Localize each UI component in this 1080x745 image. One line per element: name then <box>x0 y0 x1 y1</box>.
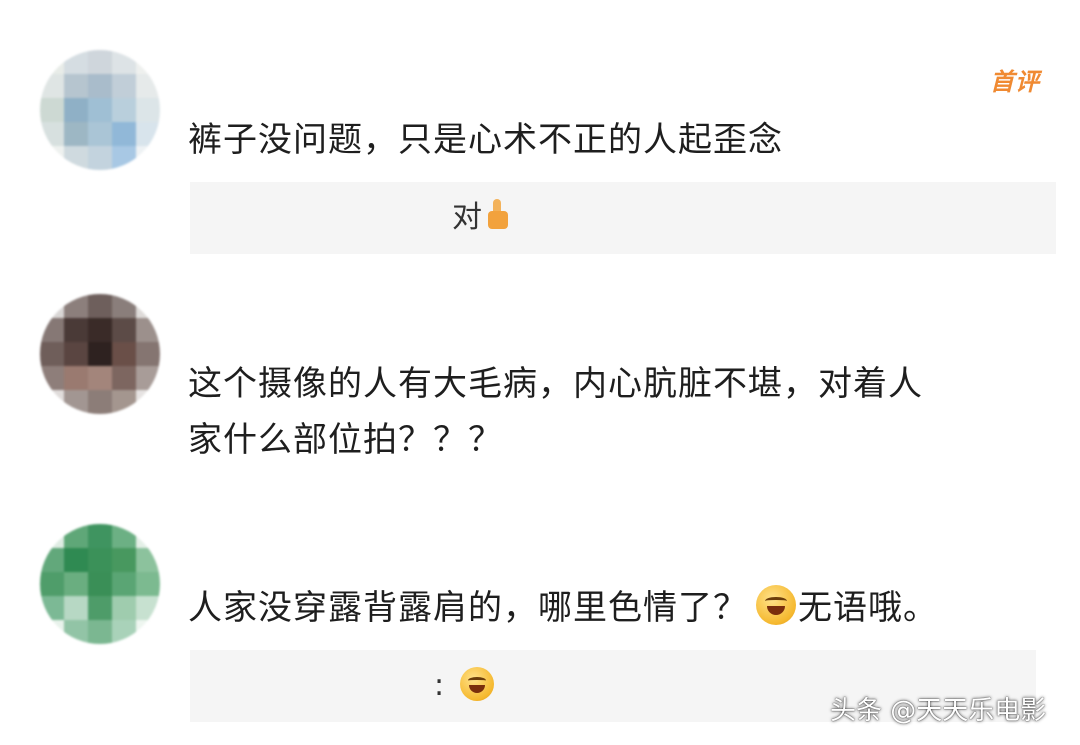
comment-text: 这个摄像的人有大毛病，内心肮脏不堪，对着人 家什么部位拍？？？ <box>188 356 923 468</box>
comment-text: 人家没穿露背露肩的，哪里色情了？ 无语哦。 <box>188 580 938 636</box>
laughing-tears-icon <box>459 667 494 701</box>
comment-text-suffix: 无语哦。 <box>798 588 938 628</box>
comment-text-main: 人家没穿露背露肩的，哪里色情了？ <box>188 588 748 628</box>
thumbs-up-icon <box>486 199 510 231</box>
avatar[interactable] <box>40 294 160 414</box>
comment-text: 裤子没问题，只是心术不正的人起歪念 <box>188 120 783 160</box>
source-watermark: 头条 @天天乐电影 <box>830 696 1047 726</box>
reply-text: 对 <box>452 198 510 238</box>
laughing-tears-icon <box>756 585 796 625</box>
comment-text-line-2: 家什么部位拍？？？ <box>188 420 503 460</box>
avatar[interactable] <box>40 524 160 644</box>
reply-box[interactable]: 对 <box>190 182 1056 254</box>
reply-content: : <box>434 668 445 703</box>
comment-text-line-1: 这个摄像的人有大毛病，内心肮脏不堪，对着人 <box>188 364 923 404</box>
reply-content: 对 <box>452 200 482 235</box>
reply-text: : <box>434 666 494 706</box>
avatar[interactable] <box>40 50 160 170</box>
first-comment-badge: 首评 <box>990 68 1040 96</box>
